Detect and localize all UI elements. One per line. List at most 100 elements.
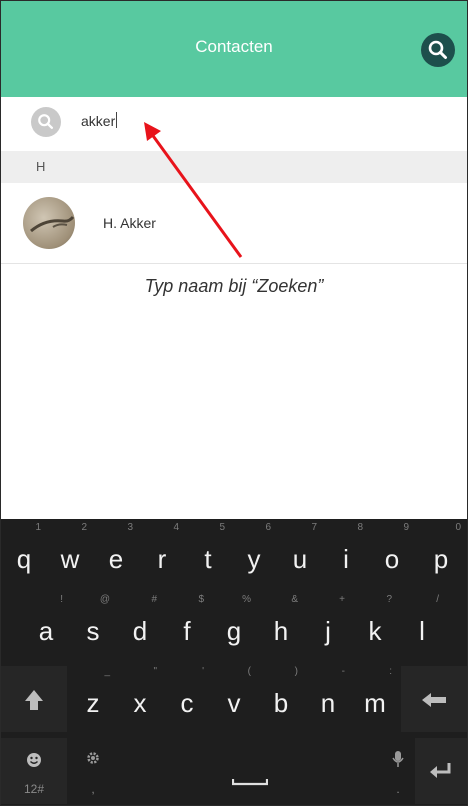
key-hint: 5 <box>219 522 225 533</box>
key-label: d <box>132 616 148 646</box>
search-icon <box>428 40 447 59</box>
key-label: b <box>273 688 289 718</box>
key-a[interactable]: ! a <box>23 594 69 660</box>
key-hint: _ <box>104 666 110 677</box>
key-z[interactable]: _ z <box>70 666 116 732</box>
key-label: z <box>86 688 100 718</box>
enter-icon <box>430 763 451 778</box>
key-n[interactable]: -n <box>305 666 351 732</box>
key-label: l <box>419 616 425 646</box>
key-hint: / <box>436 594 439 605</box>
symbols-key[interactable]: 12# <box>1 738 67 804</box>
annotation-text: Typ naam bij “Zoeken” <box>144 276 324 296</box>
key-p[interactable]: 0p <box>415 522 467 588</box>
space-bar-icon <box>232 779 268 786</box>
key-label: n <box>320 688 336 718</box>
backspace-key[interactable] <box>401 666 467 732</box>
key-label: g <box>226 616 242 646</box>
key-f[interactable]: $ f <box>164 594 210 660</box>
key-hint: 6 <box>265 522 271 533</box>
app-header: Contacten <box>1 1 467 97</box>
key-hint: 7 <box>311 522 317 533</box>
key-label: c <box>180 688 194 718</box>
key-label: j <box>325 616 331 646</box>
key-hint: ' <box>202 666 204 677</box>
key-c[interactable]: ' c <box>164 666 210 732</box>
key-label: x <box>133 688 147 718</box>
key-e[interactable]: 3e <box>93 522 139 588</box>
key-hint: $ <box>198 594 204 605</box>
key-label: i <box>343 544 349 574</box>
key-label: v <box>227 688 241 718</box>
key-t[interactable]: 5t <box>185 522 231 588</box>
key-label: f <box>183 616 191 646</box>
key-hint: 3 <box>127 522 133 533</box>
space-key[interactable] <box>119 738 381 804</box>
key-j[interactable]: + j <box>305 594 351 660</box>
key-w[interactable]: 2w <box>47 522 93 588</box>
key-hint: 1 <box>35 522 41 533</box>
key-hint: 0 <box>455 522 461 533</box>
keyboard-row-3: _ z " x ' c (v ) b -n :m <box>1 663 467 735</box>
key-label: k <box>368 616 382 646</box>
key-s[interactable]: @ s <box>70 594 116 660</box>
keyboard-row-1: 1q 2w 3e 4r 5t 6y 7u 8i 9o 0p <box>1 519 467 591</box>
section-header <box>1 151 467 183</box>
contact-name: H. Akker <box>103 215 156 231</box>
symbols-label: 12# <box>23 782 45 796</box>
search-field-icon <box>31 107 61 137</box>
mic-period-key[interactable]: . <box>384 738 412 804</box>
key-hint: & <box>291 594 298 605</box>
keyboard-row-4: 12# , . <box>1 735 467 805</box>
search-input[interactable]: akker <box>81 109 118 133</box>
key-label: u <box>292 544 308 574</box>
key-d[interactable]: # d <box>117 594 163 660</box>
key-g[interactable]: % g <box>211 594 257 660</box>
key-q[interactable]: 1q <box>1 522 47 588</box>
key-hint: ( <box>247 666 251 677</box>
key-hint: 9 <box>403 522 409 533</box>
on-screen-keyboard: 1q 2w 3e 4r 5t 6y 7u 8i 9o 0p ! a @ s # d $… <box>1 519 467 805</box>
key-hint: 4 <box>173 522 179 533</box>
key-label: e <box>108 544 124 574</box>
page-title: Contacten <box>195 37 273 56</box>
key-hint: ? <box>386 594 392 605</box>
key-label: q <box>16 544 32 574</box>
key-r[interactable]: 4r <box>139 522 185 588</box>
enter-key[interactable] <box>415 738 467 804</box>
comma-label: , <box>91 782 95 796</box>
key-v[interactable]: (v <box>211 666 257 732</box>
key-h[interactable]: & h <box>258 594 304 660</box>
key-label: p <box>433 544 449 574</box>
key-o[interactable]: 9o <box>369 522 415 588</box>
key-hint: + <box>339 594 345 605</box>
key-hint: 8 <box>357 522 363 533</box>
key-k[interactable]: ? k <box>352 594 398 660</box>
key-hint: @ <box>99 594 110 605</box>
microphone-icon <box>392 751 404 767</box>
settings-comma-key[interactable]: , <box>70 738 116 804</box>
gear-icon <box>87 752 99 764</box>
key-u[interactable]: 7u <box>277 522 323 588</box>
key-i[interactable]: 8i <box>323 522 369 588</box>
text-caret <box>116 112 118 128</box>
key-x[interactable]: " x <box>117 666 163 732</box>
key-hint: ! <box>60 594 63 605</box>
key-m[interactable]: :m <box>352 666 398 732</box>
key-b[interactable]: ) b <box>258 666 304 732</box>
key-hint: - <box>341 666 345 677</box>
key-label: m <box>364 688 386 718</box>
header-search-button[interactable] <box>421 33 455 67</box>
key-label: y <box>247 544 261 574</box>
key-hint: : <box>389 666 392 677</box>
emoji-icon <box>27 753 41 767</box>
key-y[interactable]: 6y <box>231 522 277 588</box>
key-l[interactable]: / l <box>399 594 445 660</box>
key-hint: ) <box>294 666 298 677</box>
phone-screen: Contacten akker H H. Akker Typ naam bij … <box>0 0 468 806</box>
search-input-value: akker <box>81 113 116 129</box>
shift-key[interactable] <box>1 666 67 732</box>
key-label: w <box>60 544 80 574</box>
key-hint: # <box>151 594 157 605</box>
key-hint: % <box>242 594 251 605</box>
